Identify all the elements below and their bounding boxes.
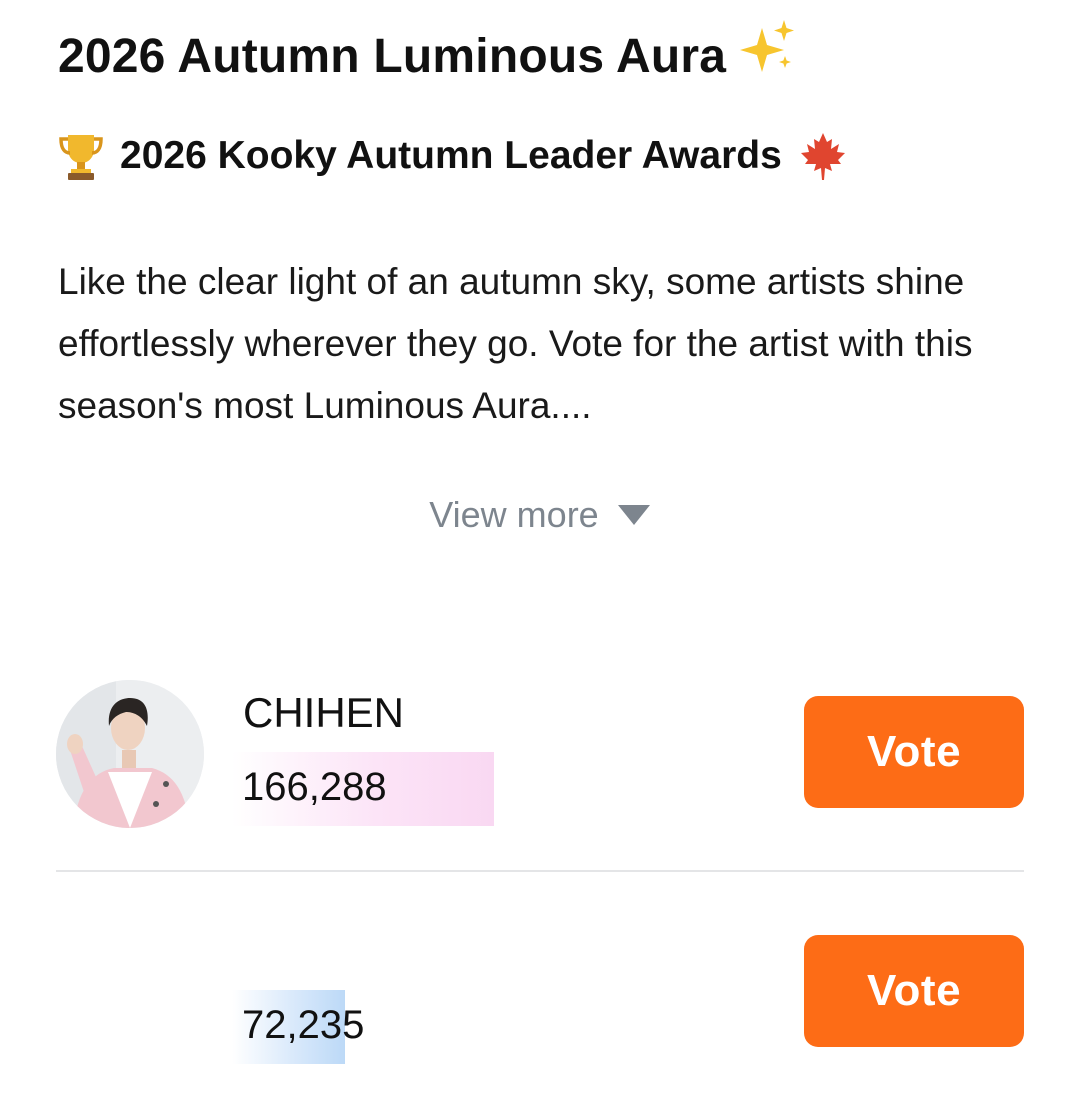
sparkles-icon — [740, 20, 795, 72]
avatar[interactable] — [56, 680, 204, 828]
artist-name: CHIHEN — [243, 689, 405, 736]
artist-photo — [56, 680, 204, 828]
vote-button[interactable]: Vote — [804, 696, 1024, 808]
view-more-label: View more — [429, 494, 599, 535]
vote-button[interactable]: Vote — [804, 935, 1024, 1047]
trophy-icon — [59, 135, 103, 180]
page-title-text: 2026 Autumn Luminous Aura — [58, 30, 727, 83]
vote-count: 72,235 — [242, 1003, 365, 1047]
view-more-button[interactable]: View more — [0, 490, 1080, 540]
vote-count: 166,288 — [242, 765, 387, 809]
page-title: 2026 Autumn Luminous Aura — [58, 18, 798, 89]
award-subtitle: 2026 Kooky Autumn Leader Awards — [58, 128, 848, 184]
candidate-row: 72,235 Vote — [56, 925, 1024, 1085]
award-subtitle-text: 2026 Kooky Autumn Leader Awards — [120, 134, 782, 177]
candidate-row: CHIHEN 166,288 Vote — [56, 676, 1024, 828]
vote-count-bar: 72,235 — [232, 990, 412, 1064]
caret-down-icon — [617, 505, 650, 525]
award-description: Like the clear light of an autumn sky, s… — [58, 261, 973, 426]
vote-count-bar: 166,288 — [232, 752, 494, 826]
maple-leaf-icon — [800, 133, 845, 180]
row-divider — [56, 870, 1024, 872]
